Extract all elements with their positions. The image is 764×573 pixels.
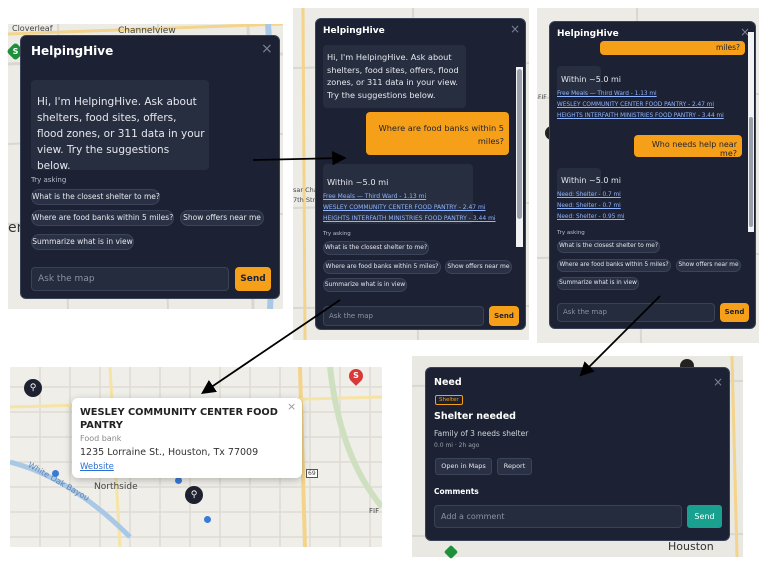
result-link-need-3[interactable]: Need: Shelter - 0.95 mi [557,214,624,220]
location-popup: × WESLEY COMMUNITY CENTER FOOD PANTRY Fo… [72,398,302,478]
result-link-free-meals[interactable]: Free Meals — Third Ward - 1.13 mi [557,91,657,97]
need-detail-card: Need × Shelter Shelter needed Family of … [425,367,730,541]
result-link-heights[interactable]: HEIGHTS INTERFAITH MINISTRIES FOOD PANTR… [323,215,496,222]
user-message-previous: miles? [600,41,745,55]
result-link-free-meals[interactable]: Free Meals — Third Ward - 1.13 mi [323,193,426,200]
screenshot-collage: Cloverleaf Channelview en S HelpingHive … [0,0,764,573]
add-comment-input[interactable]: Add a comment [434,505,682,528]
assistant-greeting: Hi, I'm HelpingHive. Ask about shelters,… [323,45,466,108]
suggestion-food-banks[interactable]: Where are food banks within 5 miles? [31,210,174,226]
suggestion-summarize[interactable]: Summarize what is in view [557,277,639,290]
scrollbar-thumb[interactable] [517,69,522,219]
chat-panel-food-banks: HelpingHive × Hi, I'm HelpingHive. Ask a… [315,18,526,330]
popup-address: 1235 Lorraine St., Houston, Tx 77009 [80,447,259,458]
result-link-need-1[interactable]: Need: Shelter - 0.7 mi [557,192,621,198]
popup-category: Food bank [80,434,122,443]
suggestion-summarize[interactable]: Summarize what is in view [323,278,407,292]
panel-title: HelpingHive [31,44,114,58]
suggestion-summarize[interactable]: Summarize what is in view [31,234,134,250]
comment-send-button[interactable]: Send [687,505,722,528]
try-asking-label: Try asking [31,176,67,184]
user-message: Where are food banks within 5 miles? [366,112,509,155]
shelter-badge: Shelter [435,395,463,405]
popup-close-icon[interactable]: × [287,400,296,413]
blue-dot-1[interactable] [52,470,59,477]
suggestion-food-banks[interactable]: Where are food banks within 5 miles? [557,259,671,272]
close-icon[interactable]: × [713,375,723,389]
result-link-wesley[interactable]: WESLEY COMMUNITY CENTER FOOD PANTRY - 2.… [323,204,486,211]
suggestion-offers[interactable]: Show offers near me [445,260,512,274]
user-message: Who needs help near me? [634,135,742,158]
popup-website-link[interactable]: Website [80,462,114,472]
panel-title: HelpingHive [323,26,385,36]
suggestion-closest-shelter[interactable]: What is the closest shelter to me? [557,240,660,253]
within-label-1: Within ~5.0 mi [561,75,621,84]
food-marker-selected[interactable]: ⚲ [185,486,203,504]
result-link-heights[interactable]: HEIGHTS INTERFAITH MINISTRIES FOOD PANTR… [557,113,724,119]
suggestion-food-banks[interactable]: Where are food banks within 5 miles? [323,260,441,274]
suggestion-closest-shelter[interactable]: What is the closest shelter to me? [31,189,160,205]
map-label-cloverleaf: Cloverleaf [12,24,53,33]
chat-panel-initial: HelpingHive × Hi, I'm HelpingHive. Ask a… [20,35,280,299]
suggestion-closest-shelter[interactable]: What is the closest shelter to me? [323,241,429,255]
result-link-need-2[interactable]: Need: Shelter - 0.7 mi [557,203,621,209]
try-asking-label: Try asking [557,230,585,236]
try-asking-label: Try asking [323,231,351,237]
report-button[interactable]: Report [497,458,532,475]
suggestion-offers[interactable]: Show offers near me [180,210,264,226]
need-heading: Shelter needed [434,411,516,422]
blue-dot-3[interactable] [175,477,182,484]
need-meta: 0.0 mi · 2h ago [434,442,480,449]
food-marker-1[interactable]: ⚲ [24,379,42,397]
within-label: Within ~5.0 mi [327,177,389,187]
result-link-wesley[interactable]: WESLEY COMMUNITY CENTER FOOD PANTRY - 2.… [557,102,714,108]
open-in-maps-button[interactable]: Open in Maps [435,458,492,475]
close-icon[interactable]: × [261,41,273,57]
assistant-greeting: Hi, I'm HelpingHive. Ask about shelters,… [31,80,209,172]
shelter-marker-red-label: S [353,371,359,380]
chat-panel-needs: HelpingHive × miles? Within ~5.0 mi Free… [549,21,756,329]
need-description: Family of 3 needs shelter [434,429,529,438]
map-label-northside: Northside [94,482,138,492]
map-label-highway: 69 [306,469,318,478]
map-label-fif-2: FIF [369,507,380,515]
suggestion-offers[interactable]: Show offers near me [676,259,741,272]
send-button[interactable]: Send [235,267,271,291]
map-label-fif: FIF [538,94,547,101]
need-card-title: Need [434,377,462,388]
ask-map-input[interactable]: Ask the map [557,303,715,322]
send-button[interactable]: Send [489,306,519,326]
map-label-houston: Houston [668,540,714,553]
close-icon[interactable]: × [510,22,520,36]
ask-map-input[interactable]: Ask the map [31,267,229,291]
comments-label: Comments [434,487,479,496]
scrollbar-thumb[interactable] [749,117,753,227]
send-button[interactable]: Send [720,303,749,322]
ask-map-input[interactable]: Ask the map [323,306,484,326]
panel-title: HelpingHive [557,29,619,39]
popup-title: WESLEY COMMUNITY CENTER FOOD PANTRY [80,407,278,431]
blue-dot-2[interactable] [204,516,211,523]
within-label-2: Within ~5.0 mi [561,176,621,185]
